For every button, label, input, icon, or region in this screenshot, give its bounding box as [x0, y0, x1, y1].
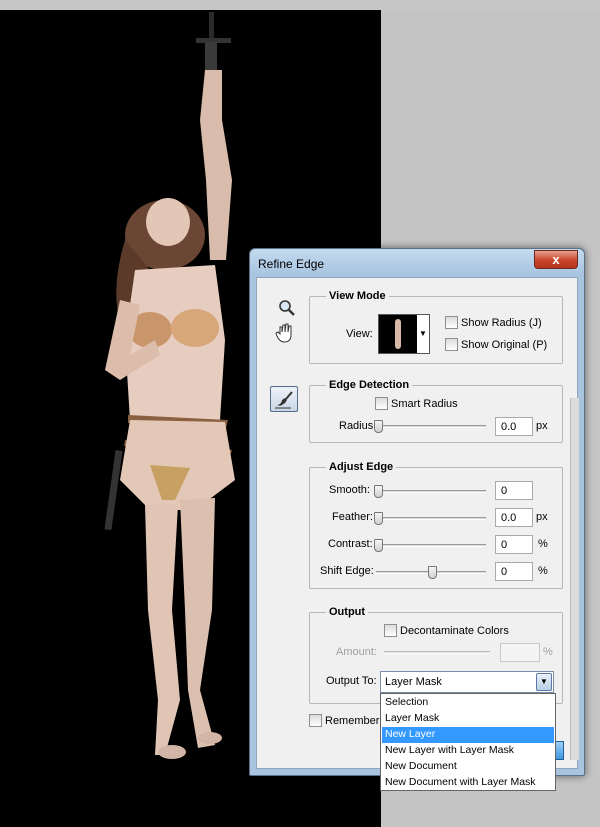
dialog-scrollbar[interactable]	[570, 398, 579, 760]
top-strip	[0, 0, 600, 10]
smooth-label: Smooth:	[329, 484, 370, 496]
dropdown-option-new-document[interactable]: New Document	[382, 759, 554, 775]
dropdown-option-new-layer[interactable]: New Layer	[382, 727, 554, 743]
contrast-slider-thumb[interactable]	[374, 539, 383, 552]
show-original-checkbox[interactable]	[445, 338, 458, 351]
smooth-input[interactable]: 0	[495, 481, 533, 500]
smooth-slider-track[interactable]	[376, 490, 486, 493]
shift-edge-slider-thumb[interactable]	[428, 566, 437, 579]
radius-unit: px	[536, 420, 548, 432]
decontaminate-colors-checkbox[interactable]	[384, 624, 397, 637]
dropdown-option-new-layer-with-mask[interactable]: New Layer with Layer Mask	[382, 743, 554, 759]
remember-settings-checkbox[interactable]	[309, 714, 322, 727]
view-thumbnail	[379, 315, 417, 353]
contrast-slider-track[interactable]	[376, 544, 486, 547]
amount-input	[500, 643, 540, 662]
dropdown-option-selection[interactable]: Selection	[382, 695, 554, 711]
contrast-label: Contrast:	[328, 538, 373, 550]
zoom-icon[interactable]	[275, 297, 301, 319]
feather-unit: px	[536, 511, 548, 523]
dropdown-option-new-document-with-mask[interactable]: New Document with Layer Mask	[382, 775, 554, 791]
view-mode-picker[interactable]: ▼	[378, 314, 430, 354]
decontaminate-colors-label: Decontaminate Colors	[400, 625, 509, 637]
view-label: View:	[346, 328, 373, 340]
shift-edge-label: Shift Edge:	[320, 565, 374, 577]
remember-settings-label: Remember S	[325, 715, 380, 727]
title-bar[interactable]: Refine Edge x	[250, 249, 584, 277]
feather-slider-track[interactable]	[376, 517, 486, 520]
amount-slider-track	[384, 651, 490, 654]
show-original-label: Show Original (P)	[461, 339, 548, 351]
chevron-down-icon[interactable]: ▼	[536, 673, 552, 691]
radius-input[interactable]: 0.0	[495, 417, 533, 436]
hand-icon[interactable]	[273, 322, 299, 344]
amount-unit: %	[543, 646, 553, 658]
contrast-unit: %	[538, 538, 548, 550]
dialog-title: Refine Edge	[258, 257, 325, 271]
radius-label: Radius:	[339, 420, 377, 432]
shift-edge-unit: %	[538, 565, 548, 577]
smart-radius-label: Smart Radius	[391, 398, 458, 410]
smart-radius-checkbox[interactable]	[375, 397, 388, 410]
output-to-select[interactable]: Layer Mask ▼	[380, 671, 554, 693]
show-radius-label: Show Radius (J)	[461, 317, 542, 329]
ok-button[interactable]	[556, 741, 564, 760]
adjust-edge-heading: Adjust Edge	[326, 461, 397, 473]
edge-detection-heading: Edge Detection	[326, 379, 413, 391]
output-to-dropdown: Selection Layer Mask New Layer New Layer…	[380, 693, 556, 791]
refine-radius-brush-icon	[275, 391, 293, 409]
contrast-input[interactable]: 0	[495, 535, 533, 554]
feather-label: Feather:	[332, 511, 373, 523]
feather-input[interactable]: 0.0	[495, 508, 533, 527]
radius-slider-thumb[interactable]	[374, 420, 383, 433]
amount-label: Amount:	[336, 646, 377, 658]
output-to-label: Output To:	[326, 675, 377, 687]
view-mode-heading: View Mode	[326, 290, 389, 302]
chevron-down-icon: ▼	[419, 329, 427, 338]
show-radius-checkbox[interactable]	[445, 316, 458, 329]
radius-slider-track[interactable]	[376, 425, 486, 428]
feather-slider-thumb[interactable]	[374, 512, 383, 525]
output-to-value: Layer Mask	[385, 676, 442, 688]
shift-edge-input[interactable]: 0	[495, 562, 533, 581]
output-heading: Output	[326, 606, 369, 618]
refine-radius-tool-button[interactable]	[270, 386, 298, 412]
close-button[interactable]: x	[534, 250, 578, 269]
dropdown-option-layer-mask[interactable]: Layer Mask	[382, 711, 554, 727]
smooth-slider-thumb[interactable]	[374, 485, 383, 498]
